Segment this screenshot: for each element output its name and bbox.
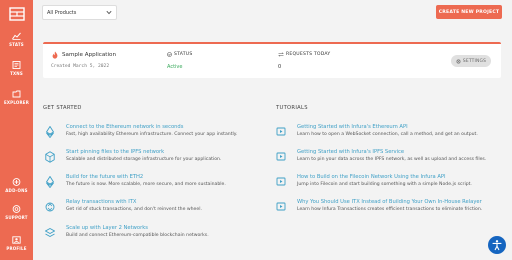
status-value: Active bbox=[167, 64, 183, 70]
sidebar-item-stats[interactable]: STATS bbox=[0, 32, 33, 47]
transactions-icon bbox=[12, 61, 21, 69]
sidebar-item-label: EXPLORER bbox=[3, 100, 30, 105]
arrows-icon bbox=[278, 52, 284, 57]
tutorial-icon bbox=[276, 202, 286, 211]
tutorial-item-desc: Jump into Filecoin and start building so… bbox=[297, 182, 472, 187]
get-started-item-desc: Get rid of stuck transactions, and don't… bbox=[66, 207, 202, 212]
chevron-down-icon bbox=[106, 10, 112, 15]
project-name[interactable]: Sample Application bbox=[62, 52, 116, 58]
get-started-heading: GET STARTED bbox=[43, 105, 82, 111]
sidebar-item-label: STATS bbox=[9, 42, 24, 47]
profile-icon bbox=[12, 236, 21, 244]
get-started-item-title[interactable]: Start pinning files to the IPFS network bbox=[66, 149, 164, 155]
sidebar-item-label: SUPPORT bbox=[5, 215, 28, 220]
add-ons-icon bbox=[12, 178, 21, 186]
sidebar-item-support[interactable]: SUPPORT bbox=[0, 205, 33, 220]
itx-icon bbox=[45, 202, 55, 212]
sidebar-item-txns[interactable]: TXNS bbox=[0, 61, 33, 76]
tutorial-item-desc: Learn how to open a WebSocket connection… bbox=[297, 132, 478, 137]
get-started-item-desc: Fast, high availability Ethereum infrast… bbox=[66, 132, 238, 137]
sidebar-item-add-ons[interactable]: ADD-ONS bbox=[0, 178, 33, 193]
infura-logo-icon[interactable] bbox=[9, 6, 25, 21]
get-started-item-title[interactable]: Connect to the Ethereum network in secon… bbox=[66, 124, 183, 130]
project-card[interactable]: Sample Application Created March 5, 2022… bbox=[43, 42, 501, 78]
tutorial-item[interactable]: Why You Should Use ITX Instead of Buildi… bbox=[276, 199, 496, 219]
sidebar-item-label: TXNS bbox=[10, 71, 23, 76]
get-started-item-title[interactable]: Relay transactions with ITX bbox=[66, 199, 136, 205]
requests-label: REQUESTS TODAY bbox=[278, 52, 330, 57]
tutorial-item-title[interactable]: Why You Should Use ITX Instead of Buildi… bbox=[297, 199, 482, 205]
tutorial-item-desc: Learn to pin your data across the IPFS n… bbox=[297, 157, 487, 162]
flame-icon bbox=[52, 51, 58, 59]
tutorial-item[interactable]: Getting Started with Infura's IPFS Servi… bbox=[276, 149, 496, 169]
top-bar: All Products CREATE NEW PROJECT bbox=[33, 0, 512, 24]
tutorial-icon bbox=[276, 152, 286, 161]
get-started-item-desc: Scalable and distributed storage infrast… bbox=[66, 157, 222, 162]
tutorial-item-title[interactable]: Getting Started with Infura's Ethereum A… bbox=[297, 124, 408, 130]
sidebar-item-profile[interactable]: PROFILE bbox=[0, 236, 33, 251]
accessibility-button[interactable] bbox=[488, 236, 506, 254]
gear-icon bbox=[456, 59, 461, 63]
product-select[interactable]: All Products bbox=[42, 5, 117, 20]
get-started-item[interactable]: Relay transactions with ITX Get rid of s… bbox=[45, 199, 265, 219]
sidebar: STATS TXNS EXPLORER ADD-ONS SUPPORT PROF… bbox=[0, 0, 33, 260]
accessibility-icon bbox=[492, 240, 502, 251]
sidebar-item-label: ADD-ONS bbox=[5, 188, 28, 193]
tutorial-item-desc: Learn how Infura Transactions creates ef… bbox=[297, 207, 483, 212]
get-started-item-desc: Build and connect Ethereum-compatible bl… bbox=[66, 233, 209, 238]
sidebar-item-explorer[interactable]: EXPLORER bbox=[0, 90, 33, 105]
project-created-date: Created March 5, 2022 bbox=[51, 64, 110, 69]
status-label: STATUS bbox=[167, 52, 192, 57]
product-select-value: All Products bbox=[47, 9, 77, 16]
tutorial-item-title[interactable]: Getting Started with Infura's IPFS Servi… bbox=[297, 149, 404, 155]
get-started-item-title[interactable]: Build for the future with ETH2 bbox=[66, 174, 143, 180]
tutorial-item[interactable]: How to Build on the Filecoin Network Usi… bbox=[276, 174, 496, 194]
eth2-icon bbox=[45, 176, 55, 188]
get-started-item[interactable]: Build for the future with ETH2 The futur… bbox=[45, 174, 265, 194]
sidebar-item-label: PROFILE bbox=[6, 246, 27, 251]
tutorial-icon bbox=[276, 177, 286, 186]
settings-button[interactable]: SETTINGS bbox=[451, 55, 491, 67]
tutorials-heading: TUTORIALS bbox=[276, 105, 308, 111]
ipfs-icon bbox=[45, 151, 55, 163]
support-icon bbox=[12, 205, 21, 213]
ethereum-icon bbox=[45, 126, 55, 138]
layer2-icon bbox=[45, 227, 55, 238]
create-new-project-button[interactable]: CREATE NEW PROJECT bbox=[436, 5, 502, 19]
get-started-item-desc: The future is now. More scalable, more s… bbox=[66, 182, 226, 187]
tutorial-icon bbox=[276, 127, 286, 136]
tutorial-item[interactable]: Getting Started with Infura's Ethereum A… bbox=[276, 124, 496, 144]
requests-value: 0 bbox=[278, 64, 282, 70]
get-started-item[interactable]: Start pinning files to the IPFS network … bbox=[45, 149, 265, 169]
get-started-item-title[interactable]: Scale up with Layer 2 Networks bbox=[66, 225, 148, 231]
status-check-icon bbox=[167, 52, 172, 57]
get-started-item[interactable]: Scale up with Layer 2 Networks Build and… bbox=[45, 225, 265, 245]
tutorial-item-title[interactable]: How to Build on the Filecoin Network Usi… bbox=[297, 174, 446, 180]
get-started-item[interactable]: Connect to the Ethereum network in secon… bbox=[45, 124, 265, 144]
explorer-icon bbox=[12, 90, 21, 98]
chart-icon bbox=[12, 32, 21, 40]
